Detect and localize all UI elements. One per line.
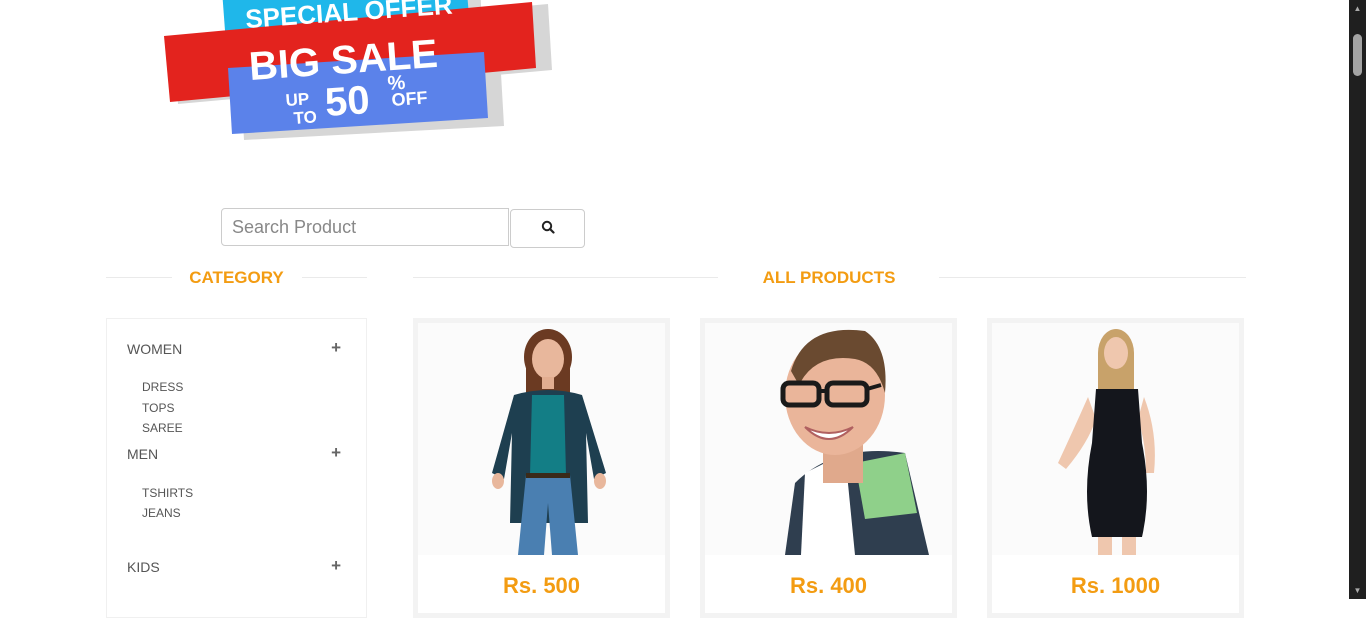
category-label: KIDS: [127, 559, 160, 575]
subcategory-tops[interactable]: TOPS: [142, 401, 174, 415]
sale-banner: SPECIAL OFFER BIG SALE UP TO 50 % OFF: [160, 0, 560, 150]
expand-icon[interactable]: +: [331, 443, 341, 463]
scrollbar-thumb[interactable]: [1353, 34, 1362, 76]
expand-icon[interactable]: +: [331, 338, 341, 358]
subcategory-dress[interactable]: DRESS: [142, 380, 183, 394]
divider: [939, 277, 1246, 278]
category-panel: WOMEN + DRESS TOPS SAREE MEN + TSHIRTS J…: [106, 318, 367, 618]
product-price: Rs. 400: [789, 573, 868, 598]
category-label: WOMEN: [127, 341, 183, 357]
product-image-woman-cardigan[interactable]: [418, 323, 665, 555]
divider: [413, 277, 718, 278]
product-card[interactable]: Rs. 400: [700, 318, 957, 618]
banner-up: UP: [285, 89, 310, 110]
scroll-down-arrow-icon[interactable]: ▼: [1353, 586, 1362, 595]
subcategory-saree[interactable]: SAREE: [142, 421, 183, 435]
divider: [106, 277, 172, 278]
products-title: ALL PRODUCTS: [762, 268, 896, 287]
search-input[interactable]: [221, 208, 509, 246]
vertical-scrollbar[interactable]: ▲ ▼: [1349, 0, 1366, 599]
product-image-man-glasses[interactable]: [705, 323, 952, 555]
banner-percent-value: 50: [324, 78, 371, 125]
product-price: Rs. 500: [502, 573, 581, 598]
search-icon: [541, 220, 555, 237]
product-card[interactable]: Rs. 500: [413, 318, 670, 618]
banner-off: OFF: [391, 88, 428, 110]
category-women[interactable]: WOMEN +: [127, 338, 347, 359]
divider: [302, 277, 367, 278]
subcategory-tshirts[interactable]: TSHIRTS: [142, 486, 193, 500]
products-heading: ALL PRODUCTS: [413, 264, 1246, 290]
expand-icon[interactable]: +: [331, 556, 341, 576]
category-title: CATEGORY: [189, 268, 284, 287]
product-image-woman-black-dress[interactable]: [992, 323, 1239, 555]
product-price: Rs. 1000: [1070, 573, 1161, 598]
subcategory-jeans[interactable]: JEANS: [142, 506, 181, 520]
product-card[interactable]: Rs. 1000: [987, 318, 1244, 618]
search-button[interactable]: [510, 209, 585, 248]
category-kids[interactable]: KIDS +: [127, 556, 347, 577]
scroll-up-arrow-icon[interactable]: ▲: [1353, 4, 1362, 13]
category-men[interactable]: MEN +: [127, 443, 347, 464]
category-heading: CATEGORY: [106, 264, 367, 290]
category-label: MEN: [127, 446, 159, 462]
banner-to: TO: [293, 107, 318, 128]
